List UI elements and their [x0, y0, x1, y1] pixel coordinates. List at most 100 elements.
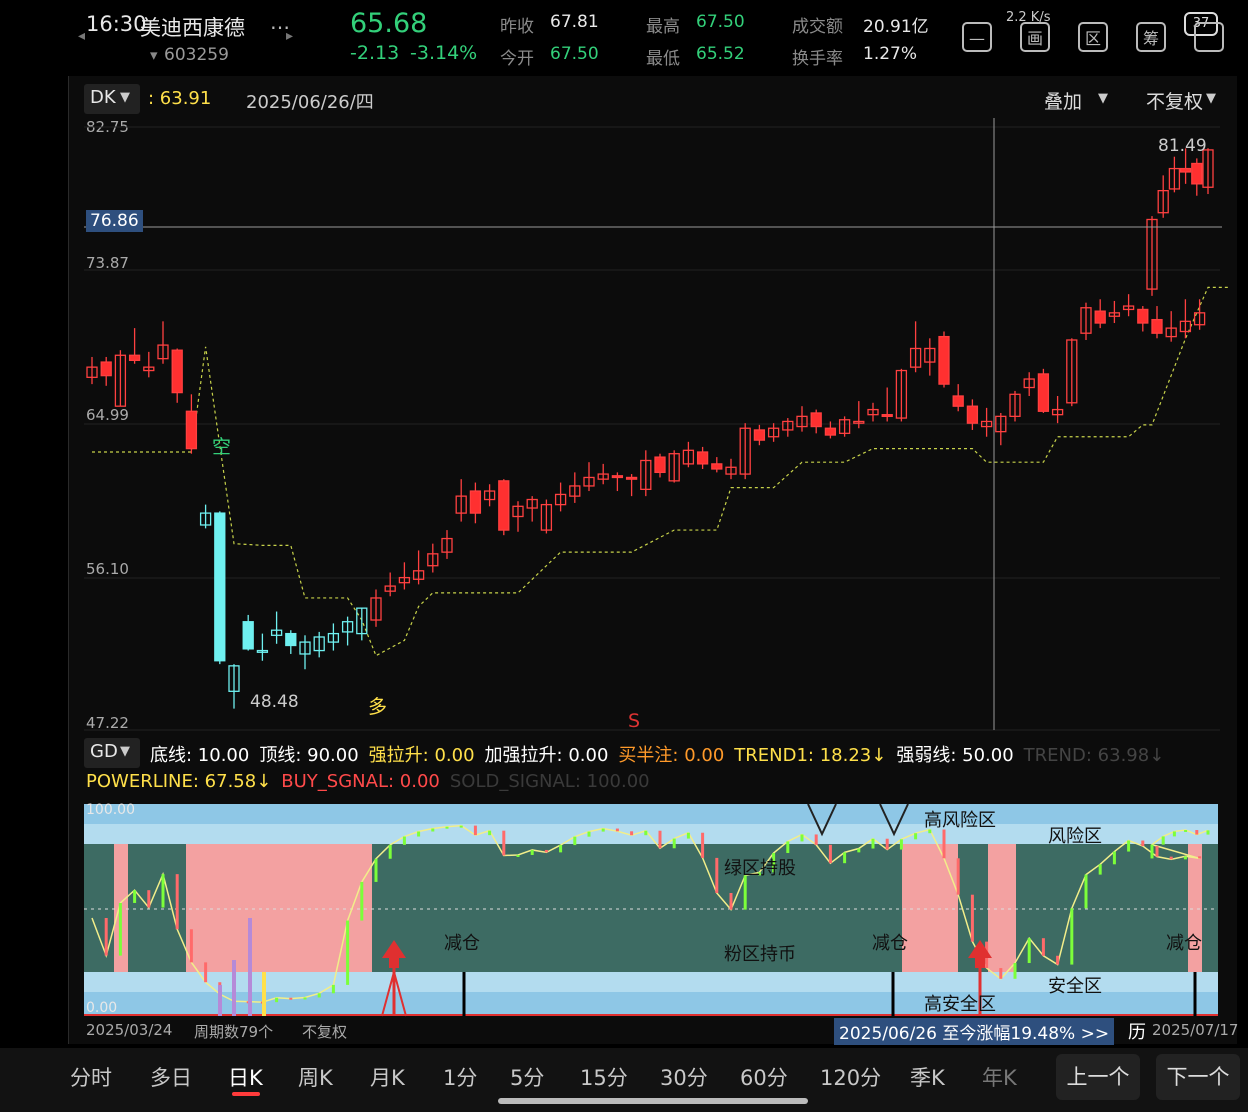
history-button[interactable]: 历 — [1128, 1018, 1146, 1044]
gd-tick — [417, 831, 421, 837]
zone-reduce-1: 减仓 — [444, 933, 480, 954]
date-axis-adjust: 不复权 — [302, 1023, 348, 1041]
gd-tick — [516, 854, 520, 857]
gd-tick — [1141, 840, 1145, 847]
zone-high-risk: 高风险区 — [924, 810, 996, 831]
gd-tick — [431, 828, 435, 832]
gd-tick — [1198, 856, 1202, 859]
gd-tick — [104, 918, 108, 956]
date-start: 2025/03/24 — [86, 1021, 173, 1039]
gd-tick — [843, 852, 847, 864]
tab-weekly[interactable]: 周K — [298, 1062, 333, 1092]
tab-multiday[interactable]: 多日 — [150, 1062, 192, 1092]
period-count: 周期数79个 — [194, 1023, 274, 1041]
gd-tick — [701, 832, 705, 858]
tab-intraday[interactable]: 分时 — [70, 1062, 112, 1092]
gd-tick — [672, 838, 676, 849]
gd-tick — [615, 828, 619, 832]
gd-tick — [1183, 856, 1187, 860]
tab-yearly[interactable]: 年K — [982, 1062, 1017, 1092]
gd-tick — [1027, 938, 1031, 964]
gd-tick — [573, 836, 577, 846]
tab-120min[interactable]: 120分 — [820, 1062, 881, 1092]
gd-tick — [1206, 830, 1210, 835]
gd-tick — [729, 892, 733, 910]
gd-tick — [1184, 830, 1188, 833]
gd-tick — [502, 830, 506, 856]
gd-tick — [885, 838, 889, 850]
zone-green-hold: 绿区持股 — [724, 858, 796, 879]
tab-60min[interactable]: 60分 — [740, 1062, 788, 1092]
gd-tick — [1127, 840, 1131, 852]
active-tab-indicator — [232, 1092, 260, 1096]
gd-tick — [1172, 831, 1176, 837]
gd-tick — [360, 881, 364, 921]
zone-high-safe: 高安全区 — [924, 994, 996, 1015]
gd-tick — [473, 825, 477, 836]
tab-daily[interactable]: 日K — [228, 1062, 263, 1092]
gd-tick — [658, 830, 662, 849]
zone-safe: 安全区 — [1048, 976, 1102, 997]
tab-15min[interactable]: 15分 — [580, 1062, 628, 1092]
next-stock-button[interactable]: 下一个 — [1156, 1054, 1240, 1100]
gd-tick — [559, 845, 563, 853]
gain-since-banner[interactable]: 2025/06/26 至今涨幅19.48% >> — [834, 1018, 1115, 1045]
gd-tick — [956, 858, 960, 895]
gd-tick — [999, 968, 1003, 979]
gd-tick — [1013, 963, 1017, 979]
tab-1min[interactable]: 1分 — [443, 1062, 477, 1092]
tab-30min[interactable]: 30分 — [660, 1062, 708, 1092]
date-end: 2025/07/17 — [1152, 1021, 1239, 1039]
gd-tick — [1084, 874, 1088, 909]
gd-tick — [587, 831, 591, 837]
gd-tick — [175, 874, 179, 930]
zone-reduce-2: 减仓 — [872, 933, 908, 954]
gd-tick — [800, 834, 804, 842]
gd-tick — [743, 875, 747, 910]
gd-tick — [459, 825, 463, 828]
zone-risk: 风险区 — [1048, 826, 1102, 847]
gd-tick — [303, 997, 307, 1000]
gd-tick — [189, 929, 193, 963]
prev-stock-button[interactable]: 上一个 — [1056, 1054, 1140, 1100]
gd-tick — [346, 920, 350, 985]
home-indicator — [498, 1098, 808, 1104]
gd-tick — [488, 830, 492, 836]
gd-tick — [374, 858, 378, 882]
gd-tick — [161, 874, 165, 908]
gd-tick — [445, 826, 449, 829]
gd-tick — [914, 833, 918, 840]
gd-axis-bottom: 0.00 — [86, 1000, 118, 1016]
gd-tick — [317, 993, 321, 998]
gd-tick — [388, 844, 392, 859]
gd-indicator-chart[interactable] — [0, 0, 1248, 1044]
gd-tick — [828, 844, 832, 864]
gd-tick — [1098, 864, 1102, 875]
gd-tick — [530, 849, 534, 855]
gd-tick — [1070, 908, 1074, 965]
gd-tick — [715, 857, 719, 893]
gd-tick — [899, 839, 903, 850]
gd-tick — [786, 841, 790, 854]
gd-tick — [1195, 830, 1199, 835]
gd-tick — [1112, 851, 1116, 865]
gd-tick — [204, 962, 208, 983]
zone-reduce-3: 减仓 — [1166, 933, 1202, 954]
gd-tick — [644, 830, 648, 836]
gd-tick — [857, 848, 861, 853]
gd-tick — [814, 834, 818, 845]
gd-tick — [133, 890, 137, 903]
gd-tick — [1041, 938, 1045, 956]
period-bar: 分时 多日 日K 周K 月K 1分 5分 15分 30分 60分 120分 季K… — [0, 1048, 1248, 1112]
tab-monthly[interactable]: 月K — [370, 1062, 405, 1092]
gd-tick — [544, 849, 548, 853]
gd-tick — [289, 997, 293, 1000]
gd-tick — [686, 832, 690, 839]
tab-5min[interactable]: 5分 — [510, 1062, 544, 1092]
gd-tick — [970, 894, 974, 942]
zone-pink-hold: 粉区持币 — [724, 944, 796, 965]
gd-tick — [275, 997, 279, 1003]
tab-quarterly[interactable]: 季K — [910, 1062, 945, 1092]
gd-tick — [1161, 836, 1165, 845]
gd-axis-top: 100.00 — [86, 802, 135, 818]
